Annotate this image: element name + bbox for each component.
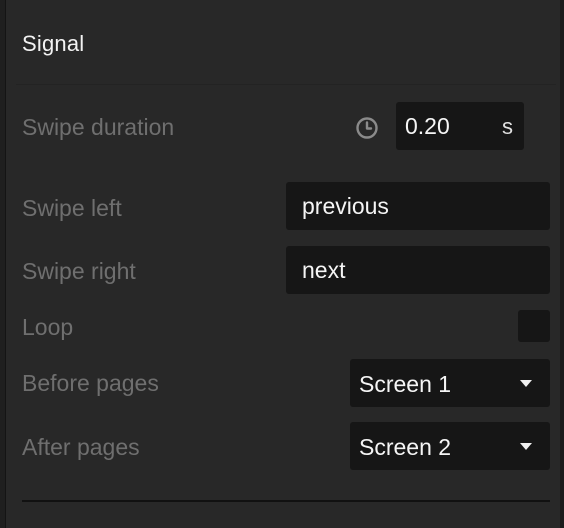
swipe-left-input[interactable]: previous bbox=[286, 182, 550, 230]
swipe-right-label: Swipe right bbox=[22, 258, 136, 284]
clock-icon bbox=[356, 117, 378, 139]
after-pages-value: Screen 2 bbox=[359, 434, 452, 460]
before-pages-label: Before pages bbox=[22, 370, 159, 396]
right-border bbox=[560, 0, 564, 528]
loop-label: Loop bbox=[22, 314, 74, 340]
swipe-duration-label: Swipe duration bbox=[22, 114, 175, 140]
swipe-duration-input[interactable]: 0.20 s bbox=[396, 102, 524, 150]
before-pages-select[interactable]: Screen 1 bbox=[350, 359, 550, 407]
swipe-duration-value: 0.20 bbox=[405, 113, 450, 139]
header-divider bbox=[16, 84, 556, 85]
swipe-right-input[interactable]: next bbox=[286, 246, 550, 294]
section-title: Signal bbox=[22, 31, 85, 56]
chevron-down-icon bbox=[520, 443, 532, 450]
footer-divider bbox=[22, 500, 550, 502]
before-pages-value: Screen 1 bbox=[359, 371, 452, 397]
chevron-down-icon bbox=[520, 380, 532, 387]
loop-checkbox[interactable] bbox=[518, 310, 550, 342]
swipe-left-value: previous bbox=[302, 193, 389, 219]
signal-panel: Signal Swipe duration 0.20 s Swipe left … bbox=[6, 0, 560, 528]
swipe-duration-unit: s bbox=[502, 114, 513, 139]
after-pages-label: After pages bbox=[22, 434, 140, 460]
swipe-right-value: next bbox=[302, 257, 346, 283]
after-pages-select[interactable]: Screen 2 bbox=[350, 422, 550, 470]
swipe-left-label: Swipe left bbox=[22, 195, 122, 221]
